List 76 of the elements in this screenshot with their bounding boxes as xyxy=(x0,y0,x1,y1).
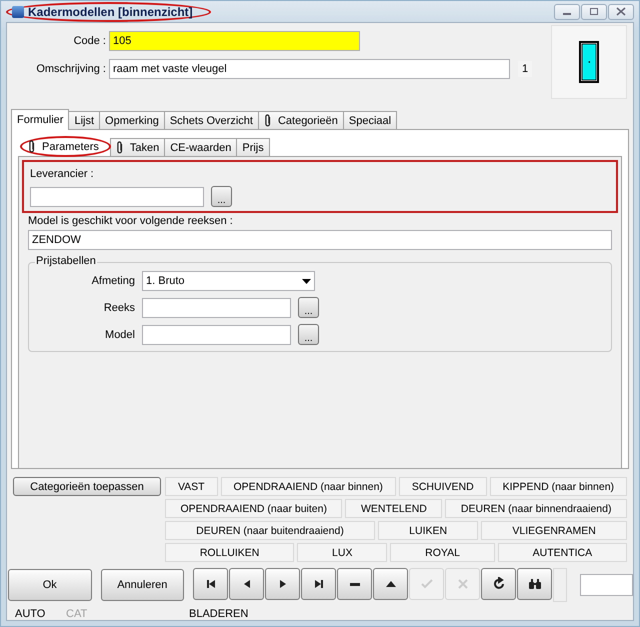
toolbar-button[interactable] xyxy=(337,568,372,600)
code-field[interactable]: 105 xyxy=(109,31,360,51)
field-label: Reeks xyxy=(102,302,135,314)
window-title: Kadermodellen [binnenzicht] xyxy=(28,4,193,18)
status-label: BLADEREN xyxy=(189,608,248,620)
field-label: Model xyxy=(104,328,135,340)
category-button[interactable]: VLIEGENRAMEN xyxy=(481,521,628,540)
apply-categories-button[interactable]: Categorieën toepassen xyxy=(13,477,161,496)
close-button[interactable] xyxy=(608,4,634,20)
toolbar-button[interactable] xyxy=(517,568,552,600)
toolbar-button[interactable] xyxy=(481,568,516,600)
category-button[interactable]: KIPPEND (naar binnen) xyxy=(490,477,627,496)
group-title: Prijstabellen xyxy=(35,255,97,267)
status-label: AUTO xyxy=(15,608,46,620)
close-icon xyxy=(616,7,626,16)
category-button[interactable]: LUIKEN xyxy=(378,521,478,540)
cancel-button[interactable]: Annuleren xyxy=(100,569,184,601)
previous-icon xyxy=(244,580,250,588)
tab[interactable]: Schets Overzicht xyxy=(164,111,259,129)
dropdown-toggle[interactable] xyxy=(553,568,568,602)
lookup-field[interactable] xyxy=(142,298,291,318)
category-button[interactable]: ROLLUIKEN xyxy=(165,543,294,562)
tab[interactable]: Formulier xyxy=(11,109,70,130)
tab[interactable]: Speciaal xyxy=(342,111,398,129)
tab[interactable]: Lijst xyxy=(68,111,100,129)
category-button[interactable]: SCHUIVEND xyxy=(398,477,487,496)
app-icon xyxy=(12,6,24,18)
category-button[interactable]: DEUREN (naar buitendraaiend) xyxy=(165,521,375,540)
lookup-field[interactable] xyxy=(142,324,291,344)
minus-icon xyxy=(350,583,360,586)
category-button[interactable]: OPENDRAAIEND (naar binnen) xyxy=(220,477,396,496)
cross-icon xyxy=(458,579,468,589)
category-button[interactable]: AUTENTICA xyxy=(498,543,627,562)
tab[interactable]: Opmerking xyxy=(99,111,165,129)
first-record-icon xyxy=(206,580,215,588)
code-label: Code : xyxy=(72,35,107,47)
toolbar-button[interactable] xyxy=(301,568,336,600)
maximize-button[interactable] xyxy=(581,4,607,20)
tab[interactable]: Categorieën xyxy=(258,111,344,129)
tab[interactable]: Parameters xyxy=(20,136,111,157)
ok-button[interactable]: Ok xyxy=(8,569,92,601)
supplier-field[interactable] xyxy=(30,186,204,206)
last-record-icon xyxy=(314,580,323,588)
field-label: Afmeting xyxy=(90,275,135,287)
description-field[interactable]: raam met vaste vleugel xyxy=(109,59,510,79)
category-button[interactable]: VAST xyxy=(165,477,218,496)
supplier-label: Leverancier : xyxy=(30,168,95,180)
minimize-button[interactable] xyxy=(554,4,580,20)
refresh-icon xyxy=(494,577,504,589)
binoculars-icon xyxy=(528,579,541,589)
description-label: Omschrijving : xyxy=(35,63,107,75)
category-button[interactable]: ROYAL xyxy=(390,543,495,562)
category-button[interactable]: WENTELEND xyxy=(345,499,442,518)
toolbar-button[interactable] xyxy=(193,568,228,600)
next-icon xyxy=(280,580,286,588)
browse-button[interactable]: ... xyxy=(211,186,232,207)
search-field[interactable] xyxy=(580,574,633,596)
category-button[interactable]: LUX xyxy=(297,543,388,562)
window-frame-drawing xyxy=(579,41,599,83)
toolbar-button[interactable] xyxy=(373,568,408,600)
tab[interactable]: Taken xyxy=(110,138,166,156)
browse-button[interactable]: ... xyxy=(298,297,319,318)
checkmark-icon xyxy=(420,579,432,588)
category-button[interactable]: DEUREN (naar binnendraaiend) xyxy=(445,499,627,518)
count-label: 1 xyxy=(518,61,532,77)
maximize-icon xyxy=(589,7,599,16)
up-triangle-icon xyxy=(386,581,396,587)
series-label: Model is geschikt voor volgende reeksen : xyxy=(28,215,234,227)
series-field[interactable]: ZENDOW xyxy=(28,230,612,250)
browse-button[interactable]: ... xyxy=(298,324,319,345)
status-label: CAT xyxy=(66,608,88,620)
tab[interactable]: CE-waarden xyxy=(164,138,238,156)
category-button[interactable]: OPENDRAAIEND (naar buiten) xyxy=(165,499,342,518)
dropdown-arrow-icon xyxy=(302,278,311,284)
dropdown[interactable]: 1. Bruto xyxy=(142,271,315,291)
tab[interactable]: Prijs xyxy=(236,138,270,156)
